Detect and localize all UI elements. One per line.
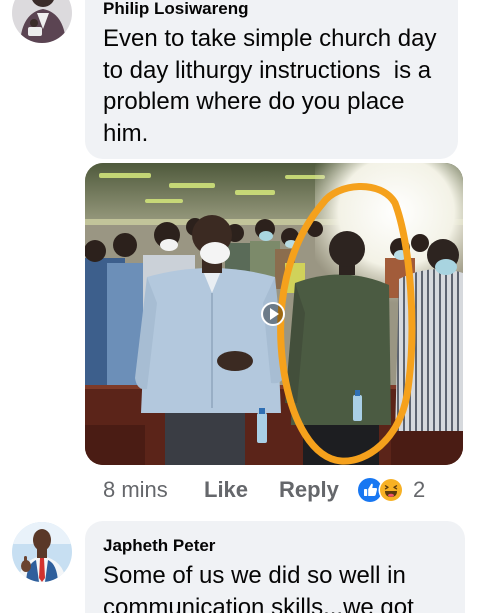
- avatar-photo: [12, 522, 72, 582]
- avatar[interactable]: [12, 0, 72, 43]
- video-frame: [85, 163, 463, 465]
- avatar[interactable]: [12, 522, 72, 582]
- play-icon[interactable]: [261, 302, 285, 326]
- comment-thread: Philip Losiwareng Even to take simple ch…: [0, 0, 480, 613]
- comment-timestamp[interactable]: 8 mins: [103, 477, 168, 503]
- comment-text: Some of us we did so well in communicati…: [103, 562, 414, 613]
- reaction-count: 2: [413, 477, 426, 502]
- comment-bubble: Philip Losiwareng Even to take simple ch…: [85, 0, 458, 159]
- comment-text: Even to take simple church day to day li…: [103, 25, 444, 147]
- like-button[interactable]: Like: [204, 477, 248, 503]
- like-reaction-icon: [358, 478, 382, 502]
- avatar-photo: [12, 0, 72, 43]
- comment-author[interactable]: Japheth Peter: [103, 536, 455, 556]
- reaction-summary[interactable]: [358, 477, 404, 503]
- comment-author[interactable]: Philip Losiwareng: [103, 0, 448, 19]
- comment-actions: 8 mins Like Reply 2: [0, 477, 480, 503]
- comment-bubble: Japheth Peter Some of us we did so well …: [85, 521, 465, 613]
- haha-reaction-icon: [378, 477, 404, 503]
- video-attachment[interactable]: [85, 163, 463, 465]
- reply-button[interactable]: Reply: [279, 477, 339, 503]
